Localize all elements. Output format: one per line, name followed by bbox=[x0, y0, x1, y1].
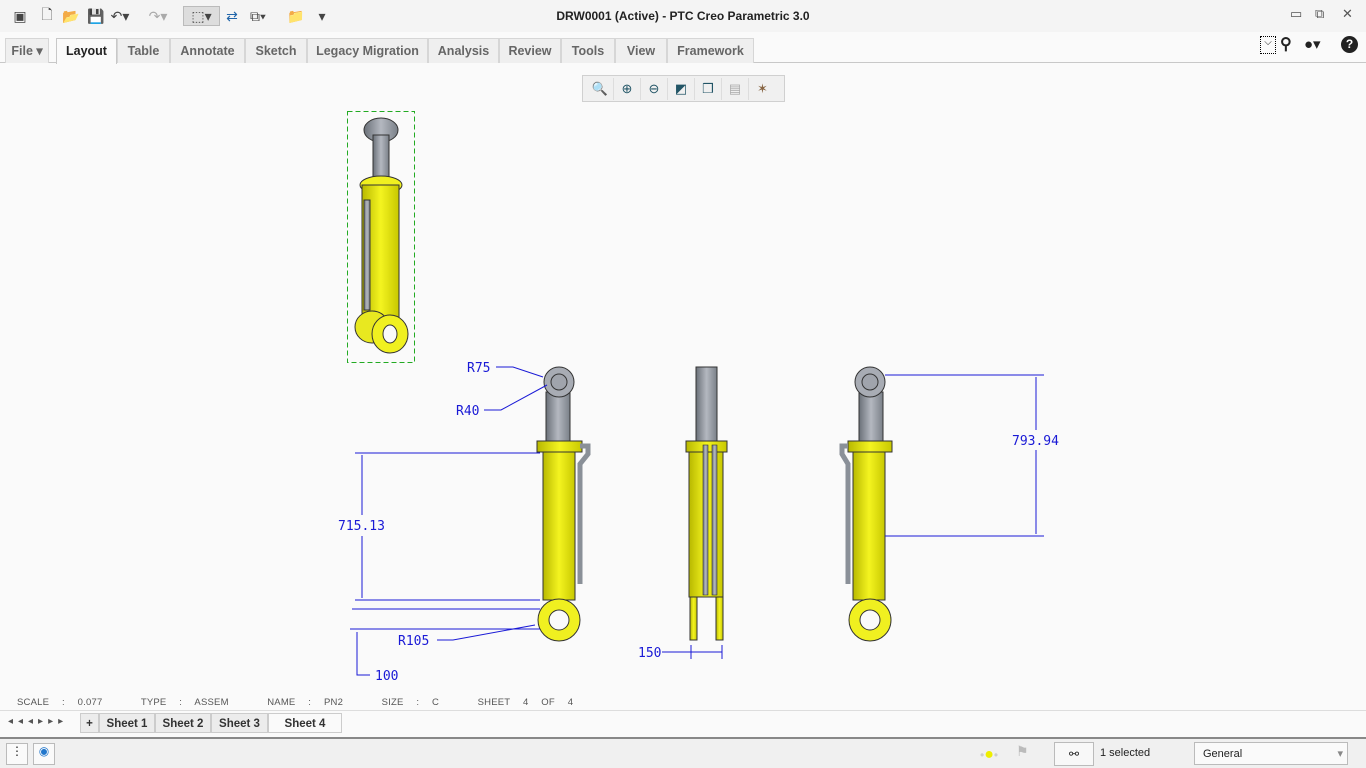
add-sheet-button[interactable]: + bbox=[80, 713, 99, 733]
type-info: TYPE : ASSEM bbox=[140, 697, 229, 708]
find-button[interactable]: ⚯ bbox=[1054, 742, 1094, 766]
name-info: NAME : PN2 bbox=[267, 697, 344, 708]
status-bar: ⋮ ◉ •●• ⚑ ⚯ 1 selected General ▾ bbox=[0, 737, 1366, 768]
chevron-down-icon: ▾ bbox=[1337, 748, 1343, 760]
scale-info: SCALE : 0.077 bbox=[17, 697, 103, 708]
dimension-r105[interactable]: R105 bbox=[398, 634, 429, 649]
dimension-100[interactable]: 100 bbox=[375, 669, 398, 684]
binoculars-icon: ⚯ bbox=[1068, 747, 1080, 761]
sheet-tabs-bar: ◂◂◂▸▸▸ + Sheet 1 Sheet 2 Sheet 3 Sheet 4 bbox=[0, 710, 1366, 734]
dimension-r75[interactable]: R75 bbox=[467, 361, 490, 376]
back-view[interactable] bbox=[839, 366, 893, 642]
flag-icon[interactable]: ⚑ bbox=[1016, 743, 1029, 760]
selection-filter-dropdown[interactable]: General ▾ bbox=[1194, 742, 1348, 765]
filter-value: General bbox=[1203, 748, 1243, 760]
side-view[interactable] bbox=[685, 366, 728, 641]
sheet-tab-1[interactable]: Sheet 1 bbox=[99, 713, 155, 733]
sheet-tab-3[interactable]: Sheet 3 bbox=[211, 713, 268, 733]
dimension-150[interactable]: 150 bbox=[638, 646, 661, 661]
size-info: SIZE : C bbox=[381, 697, 440, 708]
selection-count: 1 selected bbox=[1100, 747, 1151, 759]
sheet-tab-2[interactable]: Sheet 2 bbox=[155, 713, 211, 733]
sheet-navigation-arrows[interactable]: ◂◂◂▸▸▸ bbox=[8, 716, 68, 727]
dimension-r40[interactable]: R40 bbox=[456, 404, 479, 419]
dimension-715[interactable]: 715.13 bbox=[338, 519, 385, 534]
sheet-info: SCALE : 0.077 TYPE : ASSEM NAME : PN2 SI… bbox=[17, 697, 573, 708]
isometric-view[interactable] bbox=[347, 111, 415, 363]
regeneration-status-icon: •●• bbox=[980, 746, 999, 763]
front-view[interactable] bbox=[536, 366, 591, 642]
drawing-canvas[interactable]: R75 R40 715.13 R105 100 150 793.94 bbox=[0, 0, 1366, 700]
model-tree-toggle-icon[interactable]: ⋮ bbox=[6, 743, 28, 765]
sheet-tab-4[interactable]: Sheet 4 bbox=[268, 713, 342, 733]
sheet-number-info: SHEET 4 OF 4 bbox=[477, 697, 574, 708]
browser-toggle-icon[interactable]: ◉ bbox=[33, 743, 55, 765]
dimension-793[interactable]: 793.94 bbox=[1012, 434, 1059, 449]
